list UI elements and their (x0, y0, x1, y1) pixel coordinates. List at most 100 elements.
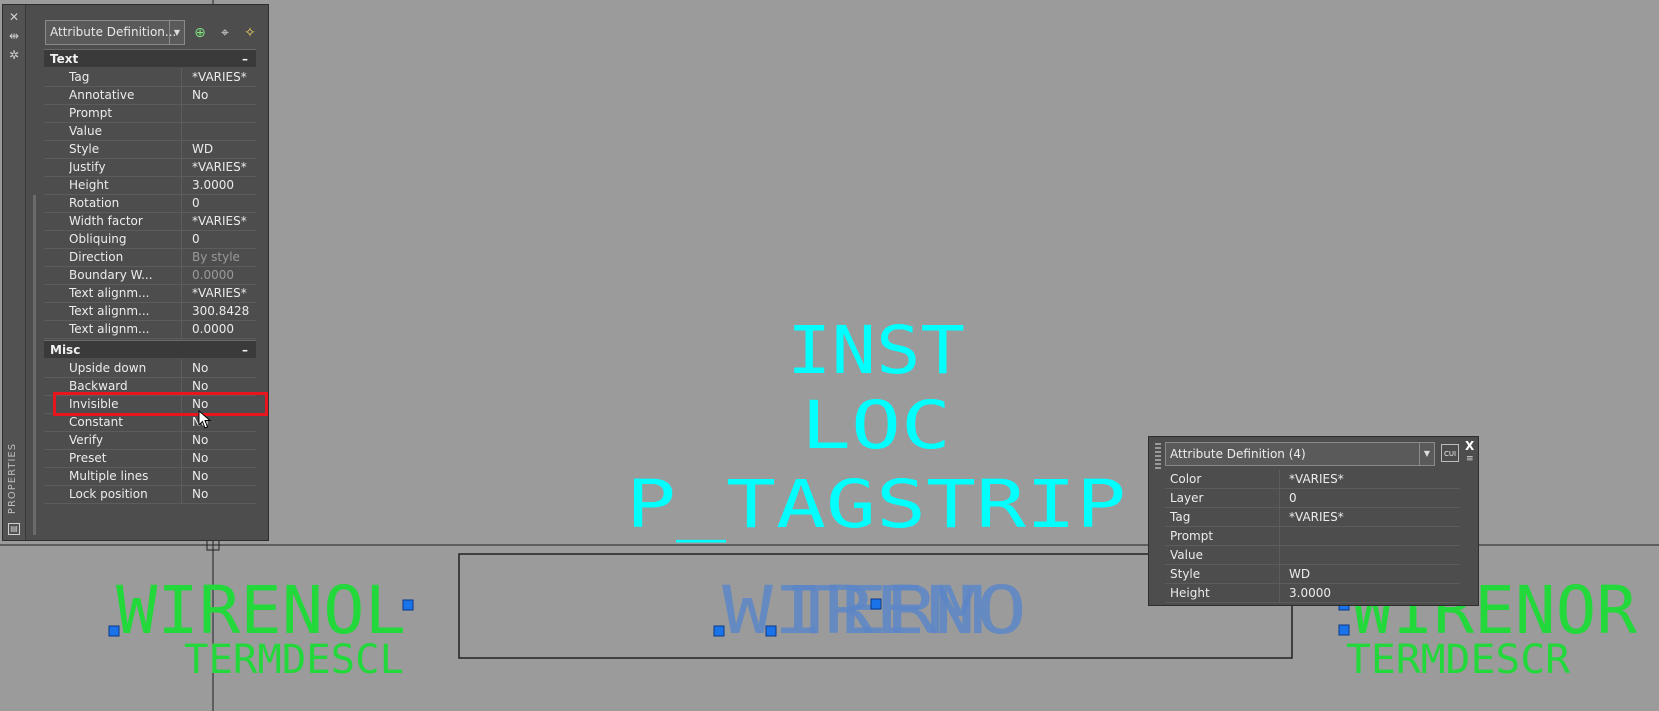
quick-property-row[interactable]: Layer 0 (1165, 489, 1460, 508)
collapse-icon[interactable]: – (242, 50, 248, 68)
grip[interactable] (765, 625, 777, 637)
property-row[interactable]: Verify No (44, 431, 256, 450)
grip[interactable] (870, 598, 882, 610)
section-title: Text (50, 52, 79, 66)
property-value[interactable]: 0 (192, 194, 200, 212)
quick-object-type-dropdown[interactable]: Attribute Definition (4) ▼ (1165, 442, 1435, 466)
close-icon[interactable]: ✕ (7, 10, 21, 24)
property-row[interactable]: Value (44, 122, 256, 141)
toggle-pickadd-icon[interactable]: ⊕ (191, 24, 209, 42)
property-value[interactable]: No (192, 431, 208, 449)
property-row[interactable]: Text alignm... *VARIES* (44, 284, 256, 303)
property-value[interactable]: WD (1289, 565, 1310, 583)
object-type-dropdown[interactable]: Attribute Definition... ▼ (45, 20, 185, 45)
auto-hide-icon[interactable]: ⇹ (7, 29, 21, 43)
property-row[interactable]: Height 3.0000 (44, 176, 256, 195)
property-name: Value (1170, 546, 1280, 564)
property-row[interactable]: Multiple lines No (44, 467, 256, 486)
property-name: Preset (69, 449, 182, 467)
property-value[interactable]: 0 (1289, 489, 1297, 507)
attr-term[interactable]: TERM (790, 572, 985, 649)
attr-loc[interactable]: LOC (801, 387, 951, 464)
property-name: Prompt (1170, 527, 1280, 545)
property-row[interactable]: Boundary W... 0.0000 (44, 266, 256, 285)
property-value[interactable]: 3.0000 (192, 176, 234, 194)
property-row[interactable]: Direction By style (44, 248, 256, 267)
property-name: Boundary W... (69, 266, 182, 284)
property-row[interactable]: Text alignm... 300.8428 (44, 302, 256, 321)
property-value[interactable]: *VARIES* (192, 68, 247, 86)
property-value[interactable]: 0 (192, 230, 200, 248)
menu-icon[interactable]: ≡ (1466, 454, 1474, 464)
property-value[interactable]: *VARIES* (192, 212, 247, 230)
property-value[interactable]: 0.0000 (192, 320, 234, 338)
property-row[interactable]: Rotation 0 (44, 194, 256, 213)
property-name: Layer (1170, 489, 1280, 507)
property-value[interactable]: 0.0000 (192, 266, 234, 284)
misc-section-header[interactable]: Misc – (44, 340, 256, 358)
property-row[interactable]: Tag *VARIES* (44, 68, 256, 87)
grip-handle[interactable] (1155, 443, 1161, 469)
property-value[interactable]: *VARIES* (192, 158, 247, 176)
quick-property-row[interactable]: Style WD (1165, 565, 1460, 584)
property-row[interactable]: Prompt (44, 104, 256, 123)
property-name: Text alignm... (69, 320, 182, 338)
toggle-icon[interactable]: ▤ (8, 523, 20, 535)
property-row[interactable]: Upside down No (44, 359, 256, 378)
quick-property-row[interactable]: Prompt (1165, 527, 1460, 546)
property-name: Upside down (69, 359, 182, 377)
property-value[interactable]: By style (192, 248, 240, 266)
close-icon[interactable]: X (1465, 439, 1474, 453)
property-value[interactable]: No (192, 449, 208, 467)
palette-scrollbar[interactable] (33, 195, 36, 535)
section-title: Misc (50, 343, 81, 357)
grip[interactable] (713, 625, 725, 637)
quick-property-row[interactable]: Height 3.0000 (1165, 584, 1460, 603)
quick-property-row[interactable]: Value (1165, 546, 1460, 565)
attr-inst[interactable]: INST (787, 312, 965, 389)
property-row[interactable]: Obliquing 0 (44, 230, 256, 249)
property-name: Multiple lines (69, 467, 182, 485)
property-value[interactable]: No (192, 485, 208, 503)
attr-termdescl[interactable]: TERMDESCL (184, 637, 404, 683)
property-row[interactable]: Justify *VARIES* (44, 158, 256, 177)
grip[interactable] (108, 625, 120, 637)
settings-icon[interactable]: ✲ (7, 48, 21, 62)
collapse-icon[interactable]: – (242, 341, 248, 359)
chevron-down-icon[interactable]: ▼ (169, 21, 184, 44)
property-value[interactable]: No (192, 467, 208, 485)
attr-p-tagstrip[interactable]: P_TAGSTRIP (626, 466, 1126, 543)
select-objects-icon[interactable]: ⌖ (216, 24, 234, 42)
grip[interactable] (1338, 624, 1350, 636)
property-value[interactable]: 3.0000 (1289, 584, 1331, 602)
property-value[interactable]: *VARIES* (1289, 508, 1344, 526)
property-value[interactable]: No (192, 359, 208, 377)
property-row[interactable]: Preset No (44, 449, 256, 468)
property-row[interactable]: Annotative No (44, 86, 256, 105)
property-value[interactable]: *VARIES* (1289, 470, 1344, 488)
chevron-down-icon[interactable]: ▼ (1419, 443, 1434, 465)
property-row[interactable]: Text alignm... 0.0000 (44, 320, 256, 339)
property-value[interactable]: WD (192, 140, 213, 158)
property-name: Width factor (69, 212, 182, 230)
object-type-label: Attribute Definition... (50, 25, 177, 39)
property-name: Tag (69, 68, 182, 86)
property-value[interactable]: *VARIES* (192, 284, 247, 302)
text-section-header[interactable]: Text – (44, 49, 256, 67)
attr-termdescr[interactable]: TERMDESCR (1346, 637, 1571, 683)
property-row[interactable]: Style WD (44, 140, 256, 159)
customize-cui-icon[interactable]: CUI (1441, 444, 1459, 462)
property-value[interactable]: No (192, 86, 208, 104)
property-row[interactable]: Lock position No (44, 485, 256, 504)
property-value[interactable]: 300.8428 (192, 302, 249, 320)
property-row[interactable]: Width factor *VARIES* (44, 212, 256, 231)
quick-property-row[interactable]: Tag *VARIES* (1165, 508, 1460, 527)
property-name: Obliquing (69, 230, 182, 248)
grip[interactable] (402, 599, 414, 611)
property-name: Annotative (69, 86, 182, 104)
quick-select-icon[interactable]: ✧ (241, 24, 259, 42)
quick-property-row[interactable]: Color *VARIES* (1165, 470, 1460, 489)
property-name: Prompt (69, 104, 182, 122)
property-name: Value (69, 122, 182, 140)
property-name: Style (69, 140, 182, 158)
